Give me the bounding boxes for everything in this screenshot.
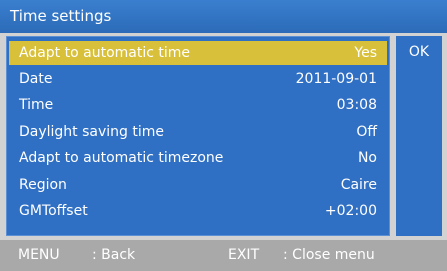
setting-label: Region: [19, 177, 67, 193]
window-title: Time settings: [0, 0, 447, 33]
exit-key-label: EXIT: [228, 247, 260, 263]
setting-row-region[interactable]: Region Caire: [9, 173, 387, 197]
setting-value: Yes: [354, 45, 377, 61]
menu-action-label: : Back: [92, 247, 136, 263]
setting-label: GMToffset: [19, 203, 88, 219]
setting-value: +02:00: [324, 203, 377, 219]
menu-key-label: MENU: [18, 247, 60, 263]
setting-row-daylight-saving[interactable]: Daylight saving time Off: [9, 120, 387, 144]
setting-label: Adapt to automatic timezone: [19, 150, 224, 166]
setting-row-adapt-automatic-time[interactable]: Adapt to automatic time Yes: [9, 41, 387, 65]
settings-list: Adapt to automatic time Yes Date 2011-09…: [6, 36, 390, 236]
setting-value: 03:08: [336, 97, 377, 113]
setting-value: Off: [356, 124, 377, 140]
exit-action-label: : Close menu: [283, 247, 375, 263]
setting-row-time[interactable]: Time 03:08: [9, 93, 387, 117]
setting-value: Caire: [340, 177, 377, 193]
setting-row-adapt-automatic-timezone[interactable]: Adapt to automatic timezone No: [9, 146, 387, 170]
setting-label: Date: [19, 71, 53, 87]
ok-button[interactable]: OK: [396, 36, 442, 236]
setting-value: 2011-09-01: [295, 71, 377, 87]
setting-row-gmt-offset[interactable]: GMToffset +02:00: [9, 199, 387, 223]
setting-row-date[interactable]: Date 2011-09-01: [9, 67, 387, 91]
setting-label: Adapt to automatic time: [19, 45, 191, 61]
setting-value: No: [357, 150, 377, 166]
footer-hints: MENU : Back EXIT : Close menu: [0, 240, 447, 271]
setting-label: Time: [19, 97, 54, 113]
setting-label: Daylight saving time: [19, 124, 165, 140]
